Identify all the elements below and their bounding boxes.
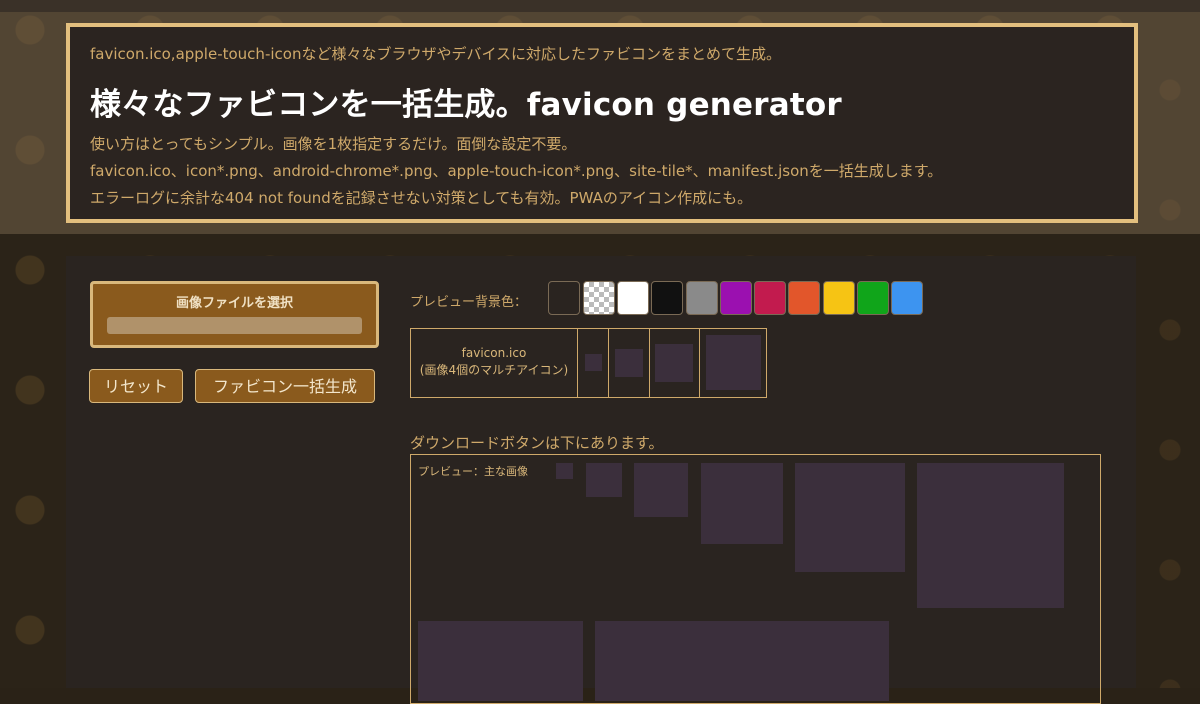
preview-image-96 bbox=[795, 463, 905, 572]
ico-size-24-cell bbox=[609, 329, 650, 397]
ico-size-16-cell bbox=[578, 329, 609, 397]
header-panel: favicon.ico,apple-touch-iconなど様々なブラウザやデバ… bbox=[66, 23, 1138, 223]
swatch-black[interactable] bbox=[651, 281, 683, 315]
preview-image-32 bbox=[586, 463, 622, 497]
swatch-blue[interactable] bbox=[891, 281, 923, 315]
swatch-yellow[interactable] bbox=[823, 281, 855, 315]
download-note: ダウンロードボタンは下にあります。 bbox=[410, 434, 664, 452]
swatch-transparent-dark[interactable] bbox=[548, 281, 580, 315]
preview-image-48 bbox=[634, 463, 688, 517]
swatch-white[interactable] bbox=[617, 281, 649, 315]
preview-label: プレビュー：主な画像 bbox=[418, 465, 528, 478]
header-desc-line-1: 使い方はとってもシンプル。画像を1枚指定するだけ。面倒な設定不要。 bbox=[90, 135, 577, 153]
swatch-crimson[interactable] bbox=[754, 281, 786, 315]
preview-image-180 bbox=[418, 621, 583, 701]
file-select-label: 画像ファイルを選択 bbox=[175, 296, 293, 311]
preview-bg-label: プレビュー背景色： bbox=[410, 295, 528, 310]
header-desc-line-3: エラーログに余計な404 not foundを記録させない対策としても有効。PW… bbox=[90, 189, 753, 207]
file-select-button[interactable]: 画像ファイルを選択 bbox=[90, 281, 379, 348]
generate-button[interactable]: ファビコン一括生成 bbox=[195, 369, 375, 403]
ico-size-48-image bbox=[706, 335, 761, 390]
main-content: 画像ファイルを選択 リセット ファビコン一括生成 プレビュー背景色： favic… bbox=[66, 256, 1136, 704]
swatch-gray[interactable] bbox=[686, 281, 718, 315]
reset-button[interactable]: リセット bbox=[89, 369, 183, 403]
ico-filename: favicon.ico bbox=[461, 346, 527, 360]
ico-size-32-cell bbox=[650, 329, 700, 397]
page-title: 様々なファビコンを一括生成。favicon generator bbox=[90, 87, 842, 123]
ico-note: (画像4個のマルチアイコン) bbox=[419, 363, 569, 377]
preview-image-16 bbox=[556, 463, 573, 479]
preview-image-72 bbox=[701, 463, 783, 544]
top-strip bbox=[0, 0, 1200, 12]
ico-size-48-cell bbox=[700, 329, 767, 397]
preview-image-144 bbox=[917, 463, 1064, 608]
ico-size-32-image bbox=[655, 344, 693, 382]
preview-image-192 bbox=[595, 621, 889, 701]
swatch-green[interactable] bbox=[857, 281, 889, 315]
header-desc-line-2: favicon.ico、icon*.png、android-chrome*.pn… bbox=[90, 162, 943, 180]
ico-caption: favicon.ico (画像4個のマルチアイコン) bbox=[411, 345, 577, 379]
file-name-field[interactable] bbox=[107, 317, 362, 334]
header-tagline: favicon.ico,apple-touch-iconなど様々なブラウザやデバ… bbox=[90, 45, 782, 63]
ico-preview-table: favicon.ico (画像4個のマルチアイコン) bbox=[410, 328, 767, 398]
ico-size-16-image bbox=[585, 354, 602, 371]
ico-size-24-image bbox=[615, 349, 643, 377]
ico-caption-cell: favicon.ico (画像4個のマルチアイコン) bbox=[411, 329, 578, 397]
preview-area: プレビュー：主な画像 bbox=[410, 454, 1101, 704]
swatch-purple[interactable] bbox=[720, 281, 752, 315]
swatch-orange[interactable] bbox=[788, 281, 820, 315]
swatch-checker[interactable] bbox=[583, 281, 615, 315]
